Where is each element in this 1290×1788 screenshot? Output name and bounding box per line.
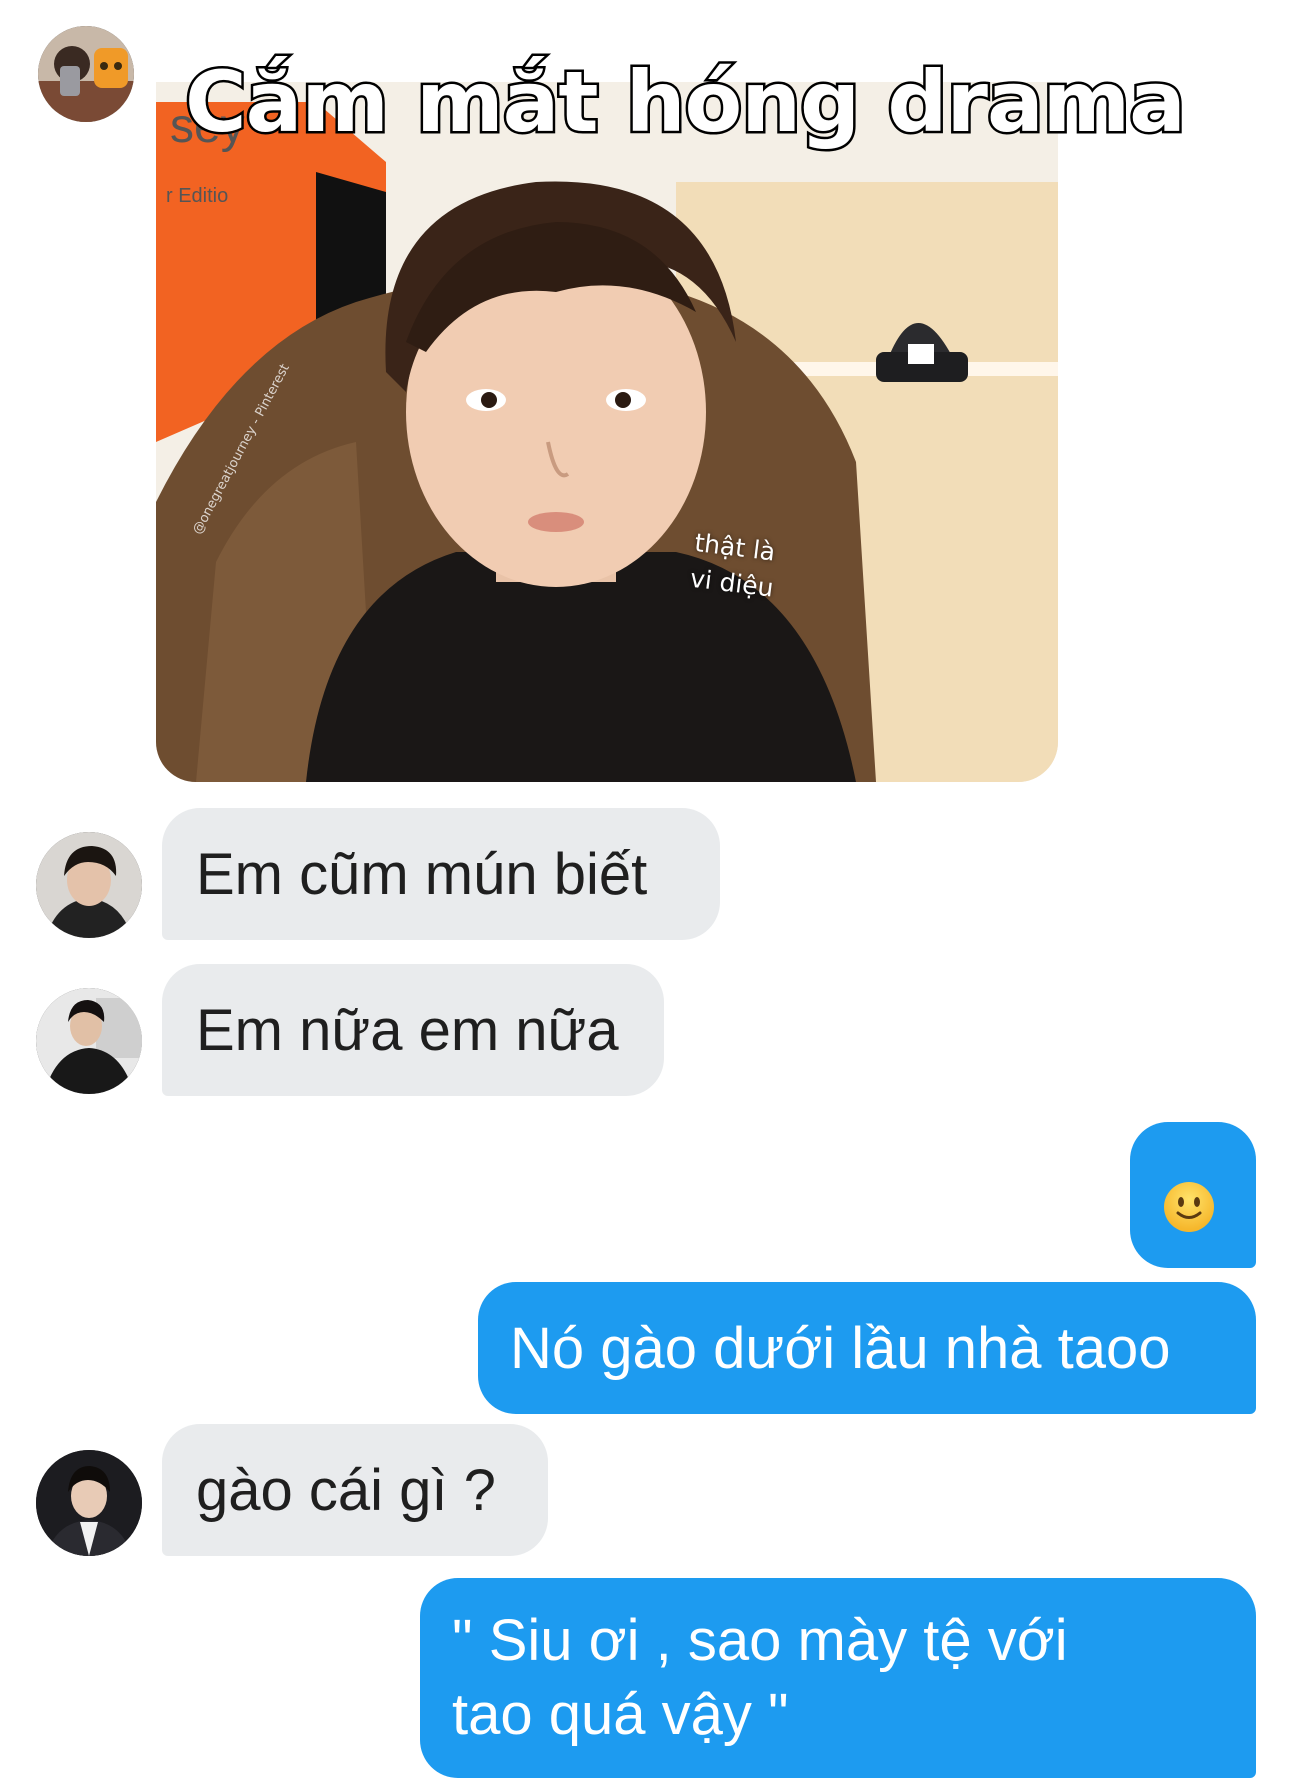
message-bubble-incoming[interactable]: gào cái gì ? <box>162 1424 548 1556</box>
sender-avatar-3[interactable] <box>36 988 142 1094</box>
meme-image[interactable]: sey r Editio <box>156 82 1058 782</box>
avatar-photo <box>36 832 142 938</box>
message-text: Nó gào dưới lầu nhà taoo <box>510 1316 1171 1381</box>
meme-picture: sey r Editio <box>156 82 1058 782</box>
slightly-smiling-face-icon <box>1164 1181 1214 1232</box>
message-bubble-incoming[interactable]: Em nữa em nữa <box>162 964 664 1096</box>
message-text: Em nữa em nữa <box>196 998 619 1063</box>
avatar-photo <box>36 1450 142 1556</box>
message-bubble-outgoing[interactable]: Nó gào dưới lầu nhà taoo <box>478 1282 1256 1414</box>
message-text-line-2: tao quá vậy " <box>452 1682 789 1747</box>
meme-caption-outline: Cắm mắt hóng drama <box>183 53 1189 151</box>
svg-text:r Editio: r Editio <box>166 185 228 207</box>
message-text: gào cái gì ? <box>196 1458 496 1523</box>
message-text: Em cũm mún biết <box>196 842 648 907</box>
message-bubble-outgoing[interactable]: " Siu ơi , sao mày tệ với tao quá vậy " <box>420 1578 1256 1778</box>
sender-avatar-4[interactable] <box>36 1450 142 1556</box>
message-text-line-1: " Siu ơi , sao mày tệ với <box>452 1608 1068 1673</box>
meme-sticker-text: thật là vi diệu <box>688 525 816 612</box>
message-bubble-outgoing[interactable] <box>1130 1122 1256 1268</box>
sender-avatar-2[interactable] <box>36 832 142 938</box>
avatar-photo <box>38 26 134 122</box>
sender-avatar-1[interactable] <box>38 26 134 122</box>
message-bubble-incoming[interactable]: Em cũm mún biết <box>162 808 720 940</box>
avatar-photo <box>36 988 142 1094</box>
